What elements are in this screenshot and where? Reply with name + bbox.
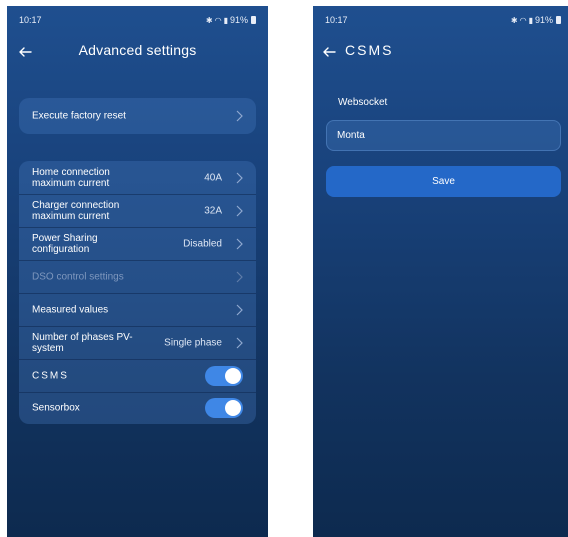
status-time: 10:17 [325,15,348,25]
setting-label: Number of phases PV-system [32,331,133,354]
settings-row-home-connection[interactable]: Home connection maximum current 40A [19,161,256,195]
setting-label: Home connection maximum current [32,166,110,189]
page-title: Advanced settings [78,42,197,58]
settings-row-measured-values[interactable]: Measured values [19,293,256,327]
chevron-right-icon [236,271,243,282]
status-icons: ✱ ◠ ▮ 91% [206,15,256,25]
settings-row-charger-connection[interactable]: Charger connection maximum current 32A [19,194,256,228]
wifi-icon: ◠ [519,15,527,25]
battery-icon [556,16,561,24]
setting-label: Power Sharing configuration [32,232,98,255]
status-time: 10:17 [19,15,42,25]
battery-percent: 91% [534,15,553,25]
chevron-right-icon [236,337,243,348]
app-header: CSMS [313,42,568,64]
settings-row-number-of-phases[interactable]: Number of phases PV-system Single phase [19,326,256,360]
setting-label: CSMS [32,370,69,381]
settings-card: Home connection maximum current 40A Char… [19,161,256,424]
settings-row-sensorbox: Sensorbox [19,392,256,424]
chevron-right-icon [236,172,243,183]
bluetooth-icon: ✱ [205,15,213,25]
csms-toggle[interactable] [205,365,243,386]
websocket-input[interactable] [326,120,561,151]
chevron-right-icon [236,110,243,122]
csms-screen: 10:17 ✱ ◠ ▮ 91% CSMS Websocket Save [313,6,568,537]
status-icons: ✱ ◠ ▮ 91% [511,15,561,25]
sensorbox-toggle[interactable] [205,398,243,418]
save-button[interactable]: Save [326,166,561,197]
app-header: Advanced settings [7,42,268,64]
settings-row-csms: CSMS [19,359,256,393]
setting-label: Measured values [32,304,109,315]
factory-reset-label: Execute factory reset [32,110,126,122]
setting-label: DSO control settings [32,271,124,282]
status-bar: 10:17 ✱ ◠ ▮ 91% [313,6,568,25]
chevron-right-icon [236,205,243,216]
toggle-knob [225,400,241,416]
websocket-label: Websocket [338,97,388,108]
setting-value: Disabled [183,238,222,249]
setting-label: Sensorbox [32,402,80,414]
battery-icon [251,16,256,24]
chevron-right-icon [236,304,243,315]
toggle-knob [225,367,241,384]
page-title: CSMS [345,42,394,58]
signal-icon: ▮ [528,15,533,25]
settings-row-dso-control: DSO control settings [19,260,256,294]
setting-value: 32A [204,205,222,216]
factory-reset-card: Execute factory reset [19,98,256,134]
battery-percent: 91% [229,15,248,25]
setting-value: 40A [204,172,222,183]
setting-value: Single phase [164,337,222,348]
bluetooth-icon: ✱ [510,15,518,25]
factory-reset-row[interactable]: Execute factory reset [19,98,256,134]
wifi-icon: ◠ [214,15,222,25]
advanced-settings-screen: 10:17 ✱ ◠ ▮ 91% Advanced settings Execut… [7,6,268,537]
setting-label: Charger connection maximum current [32,199,120,222]
back-arrow-icon[interactable] [321,44,337,60]
chevron-right-icon [236,238,243,249]
status-bar: 10:17 ✱ ◠ ▮ 91% [7,6,268,25]
settings-row-power-sharing[interactable]: Power Sharing configuration Disabled [19,227,256,261]
signal-icon: ▮ [223,15,228,25]
